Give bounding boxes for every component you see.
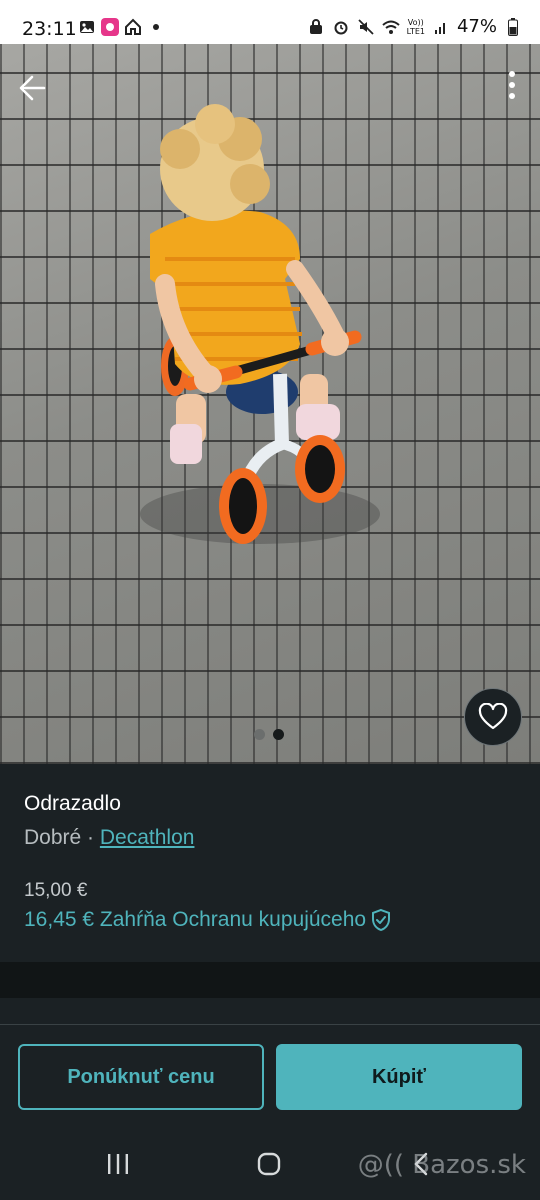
item-price: 15,00 €: [24, 880, 88, 901]
gallery-dot[interactable]: [254, 729, 265, 740]
buyer-protection-text: 16,45 € Zahŕňa Ochranu kupujúceho: [24, 908, 367, 931]
gallery-icon: [78, 18, 96, 36]
status-time: 23:11: [22, 18, 77, 40]
heart-icon: [478, 703, 508, 730]
buy-button[interactable]: Kúpiť: [276, 1044, 522, 1110]
item-photo[interactable]: [0, 44, 540, 764]
brand-link[interactable]: Decathlon: [100, 826, 195, 849]
home-app-icon: [124, 18, 142, 36]
home-button[interactable]: [254, 1148, 284, 1180]
home-circle-icon: [257, 1152, 281, 1176]
more-options-button[interactable]: [502, 68, 522, 108]
wifi-icon: [381, 18, 400, 36]
photo-illustration: [140, 104, 380, 544]
item-condition: Dobré: [24, 826, 82, 849]
buyer-protection-price[interactable]: 16,45 € Zahŕňa Ochranu kupujúceho: [24, 908, 392, 932]
more-notifications-dot: [153, 24, 159, 30]
make-offer-button[interactable]: Ponúknuť cenu: [18, 1044, 264, 1110]
favorite-button[interactable]: [464, 688, 522, 746]
network-type: Vo)) LTE1: [406, 17, 425, 36]
meta-separator: ·: [87, 826, 95, 849]
action-bar-divider: [0, 1024, 540, 1025]
more-vertical-icon: [509, 71, 515, 99]
watermark: @(( Bazos.sk: [357, 1150, 526, 1180]
item-title: Odrazadlo: [24, 792, 121, 815]
battery-percent: 47%: [456, 16, 497, 37]
recent-apps-icon: [108, 1154, 128, 1174]
recent-apps-button[interactable]: [104, 1148, 132, 1180]
section-divider: [0, 962, 540, 998]
item-meta: Dobré · Decathlon: [24, 826, 194, 850]
alarm-icon: [332, 18, 350, 36]
shield-check-icon[interactable]: [370, 908, 392, 932]
notification-icons: [78, 18, 159, 36]
gallery-dot-active[interactable]: [273, 729, 284, 740]
battery-icon: [504, 17, 522, 36]
system-icons: Vo)) LTE1 47%: [307, 16, 522, 37]
lock-app-icon: [307, 18, 325, 36]
back-button[interactable]: [14, 68, 54, 108]
arrow-left-icon: [19, 75, 46, 101]
signal-icon: [432, 18, 450, 36]
app-notification-icon: [101, 18, 119, 36]
mute-icon: [357, 18, 375, 36]
gallery-indicator: [254, 729, 284, 740]
